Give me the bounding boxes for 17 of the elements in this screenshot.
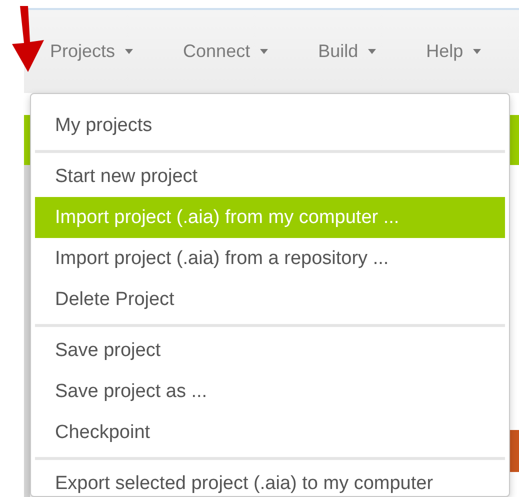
menu-item[interactable]: Delete Project <box>35 279 505 320</box>
menu-button[interactable]: Projects <box>50 38 134 65</box>
menu-item[interactable]: Start new project <box>35 156 505 197</box>
arrow-icon <box>10 6 46 72</box>
menu-item[interactable]: Export selected project (.aia) to my computer <box>35 463 505 496</box>
menu-item[interactable]: My projects <box>35 105 505 146</box>
menu-button[interactable]: Help <box>426 38 482 65</box>
menu-item[interactable]: Save project as ... <box>35 371 505 412</box>
menu-item[interactable]: Save project <box>35 330 505 371</box>
menu-item[interactable]: Checkpoint <box>35 412 505 453</box>
menu-item[interactable]: Import project (.aia) from a repository ... <box>35 238 505 279</box>
menu-button[interactable]: Connect <box>183 38 268 65</box>
caret-icon <box>260 49 268 54</box>
caret-icon <box>473 49 482 54</box>
caret-icon <box>368 49 376 54</box>
menu-button[interactable]: Build <box>318 38 376 65</box>
caret-icon <box>125 49 134 54</box>
